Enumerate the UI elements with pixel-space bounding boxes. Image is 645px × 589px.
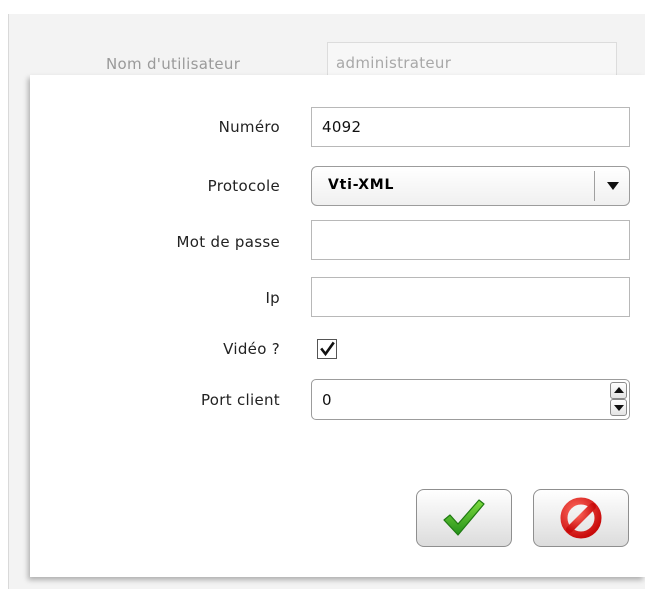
select-divider: [594, 171, 595, 201]
confirm-button[interactable]: [416, 489, 512, 547]
protocole-label: Protocole: [207, 177, 280, 195]
video-checkbox[interactable]: [317, 339, 337, 359]
numero-label: Numéro: [218, 118, 280, 136]
cancel-button[interactable]: [533, 489, 629, 547]
screen: Nom d'utilisateur administrateur Numéro …: [0, 0, 645, 589]
username-label: Nom d'utilisateur: [106, 55, 241, 73]
port-client-stepper[interactable]: 0: [311, 379, 630, 420]
numero-input[interactable]: 4092: [311, 107, 630, 147]
arrow-down-icon: [614, 405, 624, 411]
arrow-up-icon: [614, 387, 624, 393]
green-checkmark-icon: [443, 499, 485, 536]
increment-button[interactable]: [610, 382, 627, 399]
password-label: Mot de passe: [176, 233, 280, 251]
protocole-select[interactable]: Vti-XML: [311, 166, 630, 206]
port-client-label: Port client: [200, 391, 280, 409]
password-input[interactable]: [311, 220, 630, 260]
red-forbidden-icon: [560, 497, 602, 539]
decrement-button[interactable]: [610, 399, 627, 416]
protocole-selected-value: Vti-XML: [328, 177, 395, 193]
checkmark-icon: [320, 341, 335, 357]
port-client-value: 0: [322, 391, 332, 409]
video-label: Vidéo ?: [223, 340, 280, 358]
ip-input[interactable]: [311, 277, 630, 317]
ip-label: Ip: [265, 289, 280, 307]
dialog: Numéro 4092 Protocole Vti-XML Mot de pas…: [30, 75, 645, 577]
chevron-down-icon[interactable]: [607, 182, 619, 190]
